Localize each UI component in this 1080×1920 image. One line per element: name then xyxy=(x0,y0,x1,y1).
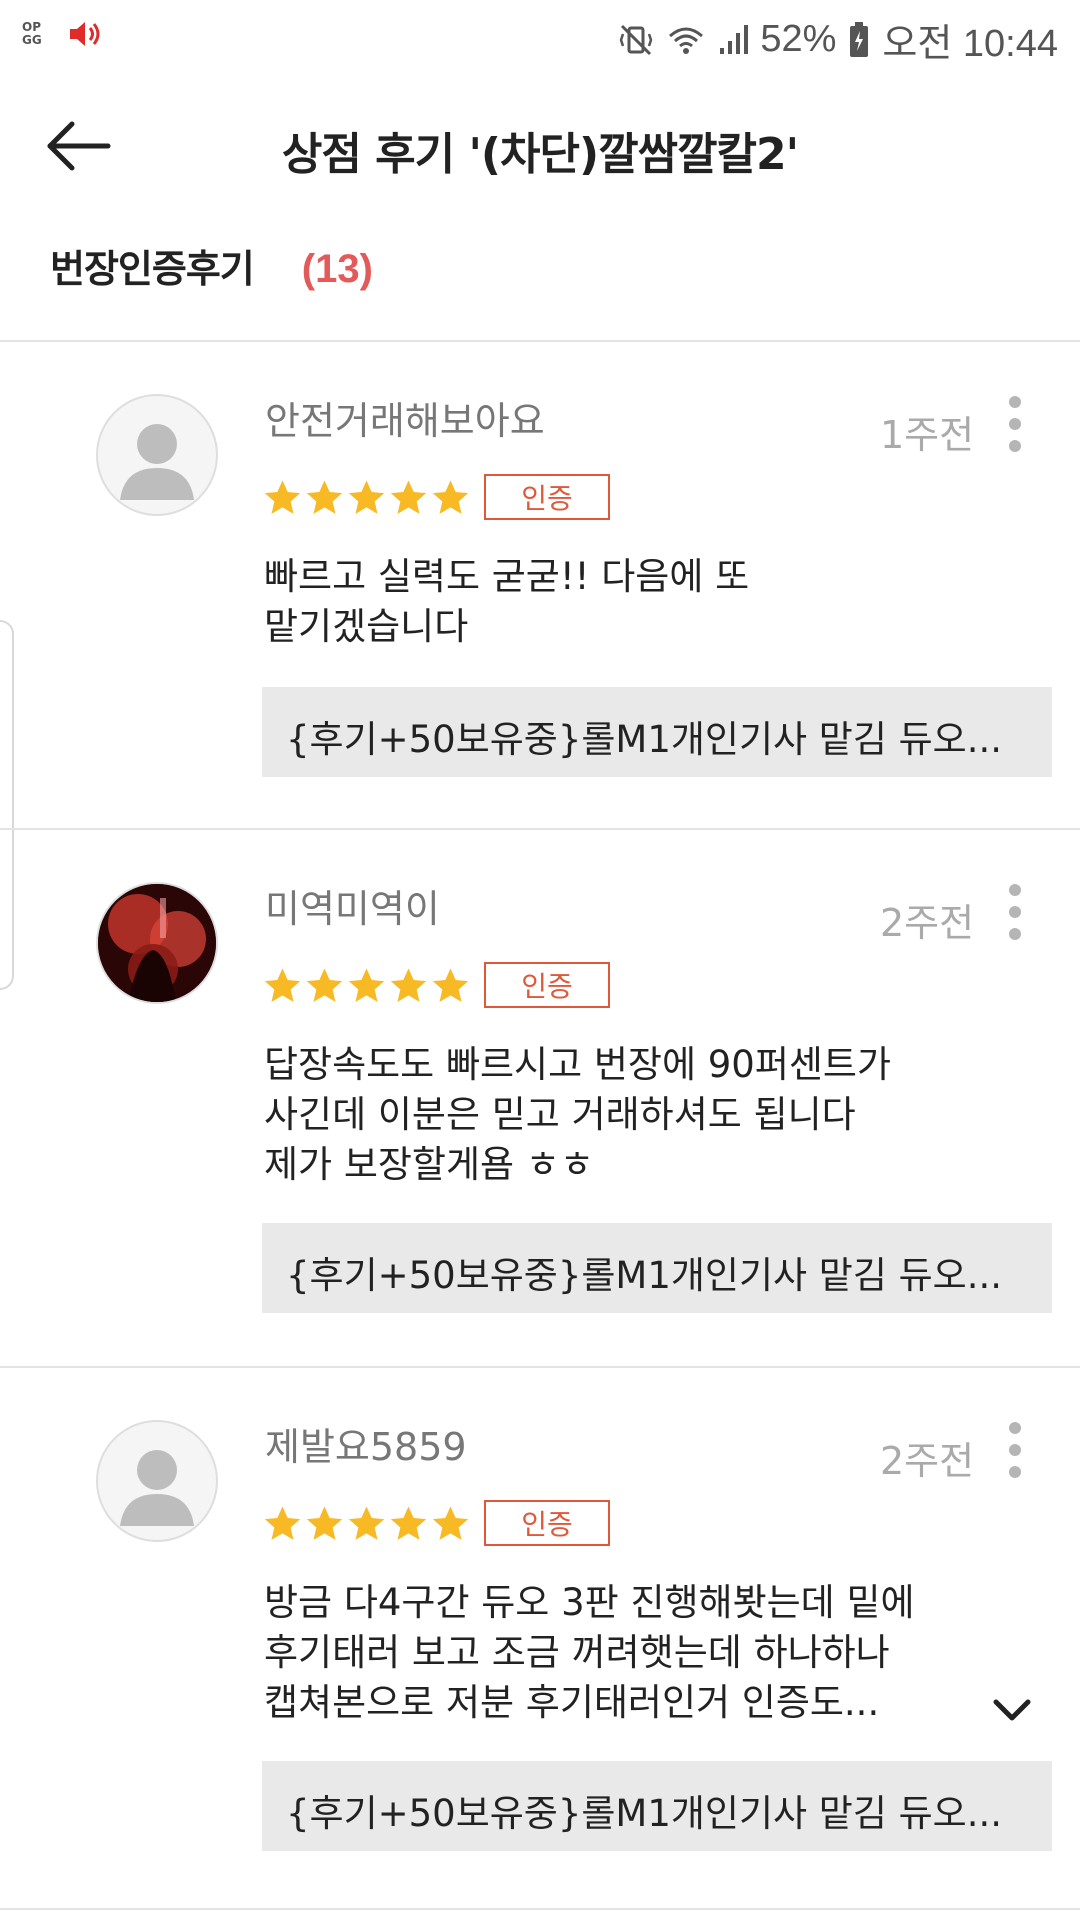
battery-icon xyxy=(850,21,869,57)
star-icon xyxy=(264,480,301,514)
verified-badge: 인증 xyxy=(484,1500,610,1546)
star-icon xyxy=(264,1506,301,1540)
reviewer-name[interactable]: 제발요5859 xyxy=(265,1416,467,1471)
expand-button[interactable] xyxy=(990,1696,1034,1726)
product-link[interactable]: {후기+50보유중}롤M1개인기사 맡김 듀오... xyxy=(262,1223,1052,1313)
star-icon xyxy=(348,480,385,514)
star-rating xyxy=(262,1504,471,1544)
default-avatar-icon xyxy=(120,1450,194,1526)
star-icon xyxy=(432,480,469,514)
page-title: 상점 후기 '(차단)깔쌈깔칼2' xyxy=(281,129,799,180)
avatar xyxy=(96,1420,218,1542)
more-icon xyxy=(1009,1422,1021,1434)
verified-badge: 인증 xyxy=(484,474,610,520)
star-rating xyxy=(262,966,471,1006)
product-title: {후기+50보유중}롤M1개인기사 맡김 듀오... xyxy=(286,1792,1002,1835)
more-icon xyxy=(1009,396,1021,408)
section-title: 번장인증후기 xyxy=(50,247,255,291)
verified-badge: 인증 xyxy=(484,962,610,1008)
review-text: 답장속도도 빠르시고 번장에 90퍼센트가 사긴데 이분은 믿고 거래하셔도 됩… xyxy=(264,1043,892,1186)
avatar xyxy=(96,882,218,1004)
review-item: 안전거래해보아요 1주전 인증 빠르고 실력도 굳굳!! 다음에 또 맡기겠습니… xyxy=(0,342,1080,878)
app-header: 상점 후기 '(차단)깔쌈깔칼2' xyxy=(0,90,1080,200)
star-icon xyxy=(390,1506,427,1540)
more-options-button[interactable] xyxy=(1000,1422,1030,1478)
product-title: {후기+50보유중}롤M1개인기사 맡김 듀오... xyxy=(286,718,1002,761)
speaker-icon xyxy=(70,22,100,46)
product-link[interactable]: {후기+50보유중}롤M1개인기사 맡김 듀오... xyxy=(262,687,1052,777)
opgg-icon: OP GG xyxy=(22,20,42,47)
product-link[interactable]: {후기+50보유중}롤M1개인기사 맡김 듀오... xyxy=(262,1761,1052,1851)
status-bar: OP GG 52% 오전 10:44 xyxy=(0,0,1080,72)
star-icon xyxy=(432,968,469,1002)
star-icon xyxy=(348,968,385,1002)
avatar xyxy=(96,394,218,516)
review-time: 1주전 xyxy=(880,413,975,457)
default-avatar-icon xyxy=(120,424,194,500)
reviewer-name[interactable]: 미역미역이 xyxy=(265,878,440,933)
star-icon xyxy=(264,968,301,1002)
review-count: (13) xyxy=(301,247,373,291)
reviewer-name[interactable]: 안전거래해보아요 xyxy=(265,390,545,445)
review-divider xyxy=(0,1908,1080,1910)
review-text: 빠르고 실력도 굳굳!! 다음에 또 맡기겠습니다 xyxy=(264,555,750,648)
star-icon xyxy=(306,1506,343,1540)
section-header: 번장인증후기 (13) xyxy=(50,238,373,293)
wifi-icon xyxy=(669,27,704,54)
review-time: 2주전 xyxy=(880,901,975,945)
star-icon xyxy=(348,1506,385,1540)
chevron-down-icon xyxy=(993,1699,1031,1721)
review-time: 2주전 xyxy=(880,1439,975,1483)
star-icon xyxy=(390,968,427,1002)
signal-icon xyxy=(720,24,749,54)
battery-percent: 52% xyxy=(760,18,837,60)
star-icon xyxy=(432,1506,469,1540)
more-options-button[interactable] xyxy=(1000,884,1030,940)
star-icon xyxy=(306,480,343,514)
star-icon xyxy=(306,968,343,1002)
more-options-button[interactable] xyxy=(1000,396,1030,452)
more-icon xyxy=(1009,884,1021,896)
star-rating xyxy=(262,478,471,518)
star-icon xyxy=(390,480,427,514)
review-text: 방금 다4구간 듀오 3판 진행해봣는데 밑에 후기태러 보고 조금 꺼려햇는데… xyxy=(264,1581,915,1724)
vibrate-icon xyxy=(620,24,653,55)
review-item: 미역미역이 2주전 인증 답장속도도 빠르시고 번장에 90퍼센트가 사긴데 이… xyxy=(0,830,1080,1366)
user-photo-icon xyxy=(98,884,216,1002)
review-item: 제발요5859 2주전 인증 방금 다4구간 듀오 3판 진행해봣는데 밑에 후… xyxy=(0,1368,1080,1904)
clock: 오전 10:44 xyxy=(882,23,1058,65)
product-title: {후기+50보유중}롤M1개인기사 맡김 듀오... xyxy=(286,1254,1002,1297)
